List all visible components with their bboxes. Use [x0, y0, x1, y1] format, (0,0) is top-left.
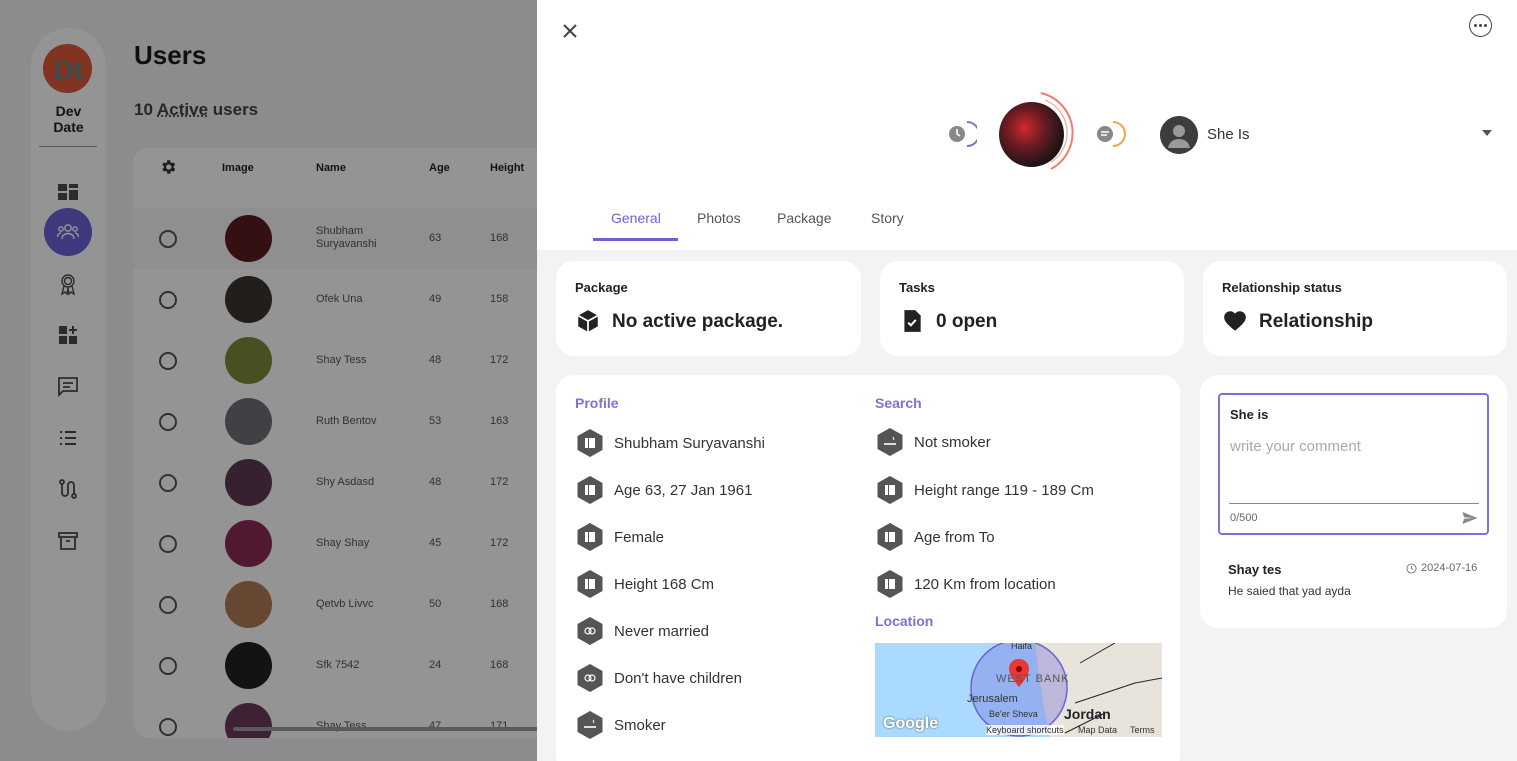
- message-status-icon[interactable]: [1093, 118, 1127, 150]
- profile-item: Age 63, 27 Jan 1961: [575, 475, 855, 505]
- modal-overlay[interactable]: [0, 0, 537, 761]
- map-keyboard-shortcuts[interactable]: Keyboard shortcuts: [986, 725, 1064, 735]
- relationship-label: Relationship status: [1222, 280, 1342, 295]
- tab-package[interactable]: Package: [777, 210, 831, 226]
- map-label-jordan: Jordan: [1064, 706, 1111, 722]
- search-item: Height range 119 - 189 Cm: [875, 475, 1165, 505]
- relationship-card[interactable]: Relationship status Relationship: [1203, 261, 1507, 356]
- package-box-icon: [577, 310, 599, 332]
- profile-item: Female: [575, 522, 855, 552]
- comment-card: She is write your comment 0/500 Shay tes…: [1200, 375, 1507, 628]
- search-item: 120 Km from location: [875, 569, 1165, 599]
- user-placeholder-icon: [1160, 116, 1198, 154]
- profile-item: Height 168 Cm: [575, 569, 855, 599]
- profile-item: Shubham Suryavanshi: [575, 428, 855, 458]
- heart-icon: [1224, 311, 1246, 331]
- package-label: Package: [575, 280, 628, 295]
- package-card[interactable]: Package No active package.: [556, 261, 861, 356]
- tasks-label: Tasks: [899, 280, 935, 295]
- comment-date: 2024-07-16: [1406, 562, 1477, 574]
- map-label-jerusalem: Jerusalem: [967, 693, 1018, 705]
- tab-photos[interactable]: Photos: [697, 210, 741, 226]
- she-is-select-label: She Is: [1207, 126, 1250, 143]
- search-item: Age from To: [875, 522, 1165, 552]
- comment-input-underline: [1229, 503, 1479, 504]
- map-terms-link[interactable]: Terms: [1130, 725, 1155, 735]
- profile-avatar[interactable]: [993, 90, 1079, 176]
- comment-author: Shay tes: [1228, 562, 1282, 577]
- comment-box-title: She is: [1230, 407, 1269, 422]
- profile-item: Don't have children: [575, 663, 855, 693]
- profile-section-title: Profile: [575, 395, 619, 411]
- comment-text: He saied that yad ayda: [1228, 584, 1351, 598]
- clock-icon: [1406, 562, 1417, 574]
- comment-input-box[interactable]: She is write your comment 0/500: [1218, 393, 1489, 535]
- map-label-west-bank: WEST BANK: [996, 673, 1070, 685]
- location-map[interactable]: Haifa WEST BANK Jerusalem Be'er Sheva Jo…: [875, 643, 1162, 737]
- user-detail-drawer: She Is General Photos Package Story Pack…: [537, 0, 1517, 761]
- tab-story[interactable]: Story: [871, 210, 904, 226]
- tasks-value: 0 open: [936, 311, 998, 332]
- google-logo[interactable]: Google: [883, 715, 938, 733]
- map-label-beer-sheva: Be'er Sheva: [989, 709, 1038, 719]
- map-label-haifa: Haifa: [1011, 643, 1033, 651]
- tasks-card[interactable]: Tasks 0 open: [880, 261, 1184, 356]
- send-icon[interactable]: [1461, 509, 1479, 527]
- activity-status-icon[interactable]: [945, 118, 977, 150]
- task-document-icon: [904, 310, 921, 332]
- search-item: Not smoker: [875, 427, 1165, 457]
- profile-item: Never married: [575, 616, 855, 646]
- map-data-link[interactable]: Map Data: [1078, 725, 1117, 735]
- search-section-title: Search: [875, 395, 922, 411]
- comment-char-counter: 0/500: [1230, 512, 1258, 524]
- caret-down-icon: [1482, 130, 1492, 136]
- more-options-icon[interactable]: [1469, 14, 1492, 37]
- profile-photo: [999, 102, 1064, 167]
- close-icon[interactable]: [559, 20, 581, 42]
- profile-item: Smoker: [575, 710, 855, 740]
- active-tab-indicator: [593, 238, 678, 241]
- comment-input[interactable]: write your comment: [1230, 438, 1361, 455]
- location-section-title: Location: [875, 613, 934, 629]
- profile-search-card: Profile Shubham Suryavanshi Age 63, 27 Ja…: [556, 375, 1180, 761]
- relationship-value: Relationship: [1259, 311, 1374, 332]
- package-value: No active package.: [612, 311, 784, 332]
- tab-general[interactable]: General: [611, 210, 661, 226]
- she-is-select[interactable]: She Is: [1160, 115, 1500, 155]
